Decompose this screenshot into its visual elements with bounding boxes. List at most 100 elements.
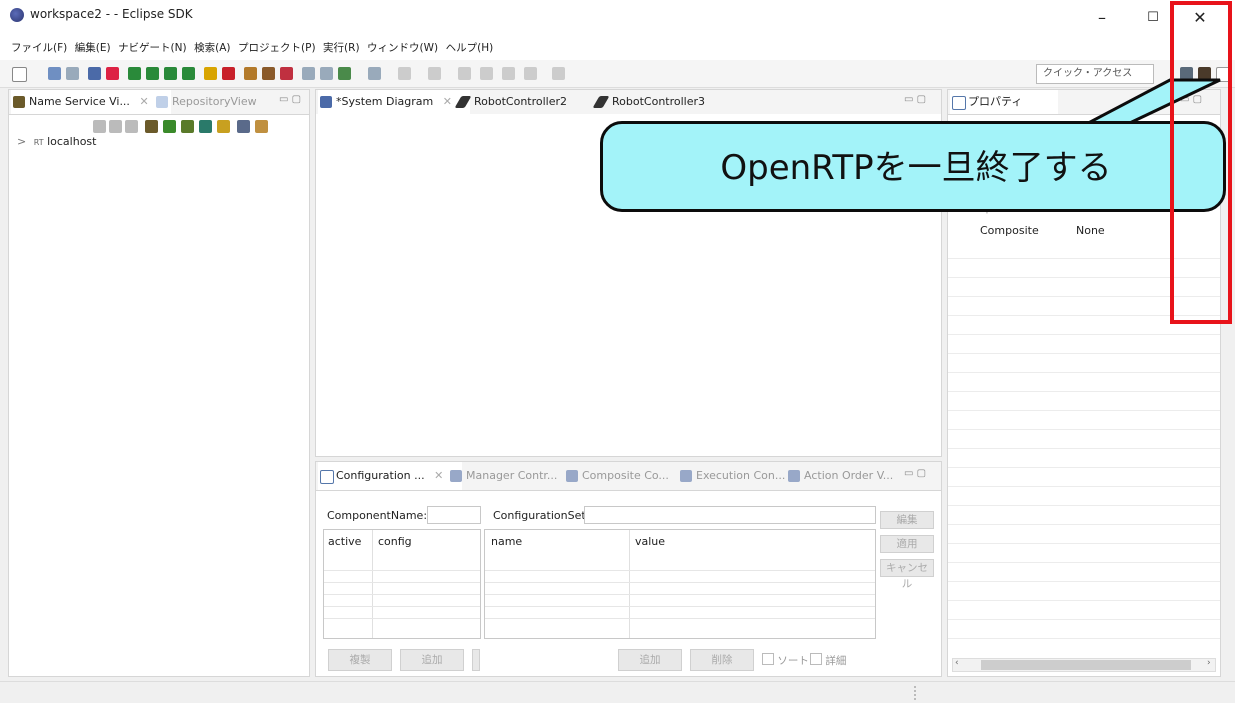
tree-item-localhost[interactable]: > RT localhost — [17, 135, 96, 148]
tab-composite-component[interactable]: Composite Co... — [564, 462, 692, 490]
forward-icon[interactable] — [480, 67, 493, 80]
tab-label: Name Service Vi... — [29, 95, 130, 108]
horizontal-scrollbar[interactable]: ‹ › — [952, 658, 1216, 672]
back-icon[interactable] — [109, 120, 122, 133]
callout-text: OpenRTPを一旦終了する — [720, 148, 1112, 188]
deactivate-icon[interactable] — [222, 67, 235, 80]
refresh-icon[interactable] — [163, 120, 176, 133]
scroll-left-icon[interactable]: ‹ — [955, 658, 959, 668]
system-diagram-icon[interactable] — [88, 67, 101, 80]
apply-button[interactable]: 適用 — [880, 535, 934, 553]
rt-icon[interactable] — [106, 67, 119, 80]
callout-bubble: OpenRTPを一旦終了する — [600, 121, 1226, 212]
scroll-right-icon[interactable]: › — [1207, 658, 1211, 668]
view-toolbar — [93, 120, 303, 134]
close-button-highlight — [1170, 1, 1232, 324]
menu-search[interactable]: 検索(A) — [192, 36, 232, 60]
new-icon[interactable] — [12, 67, 27, 82]
tab-close-icon[interactable]: ✕ — [443, 95, 452, 108]
exit-icon[interactable] — [262, 67, 275, 80]
add-set-button[interactable]: 追加 — [400, 649, 464, 671]
rt-node-icon: RT — [33, 138, 44, 147]
tab-system-diagram[interactable]: *System Diagram ✕ — [318, 90, 470, 114]
forward-icon[interactable] — [125, 120, 138, 133]
filter-icon[interactable] — [181, 120, 194, 133]
connect-4-icon[interactable] — [182, 67, 195, 80]
tab-label: Manager Contr... — [466, 469, 558, 482]
copy-button[interactable]: 複製 — [328, 649, 392, 671]
tab-close-icon[interactable]: ✕ — [139, 95, 148, 108]
menu-edit[interactable]: 編集(E) — [73, 36, 113, 60]
tab-robot-controller-3[interactable]: RobotController3 — [592, 90, 742, 114]
menu-navigate[interactable]: ナビゲート(N) — [116, 36, 189, 60]
navigate-icon[interactable] — [552, 67, 565, 80]
configuration-set-field[interactable] — [584, 506, 876, 524]
activate-icon[interactable] — [204, 67, 217, 80]
tab-name-service-view[interactable]: Name Service Vi... ✕ — [11, 90, 171, 114]
menu-window[interactable]: ウィンドウ(W) — [365, 36, 440, 60]
configuration-set-label: ConfigurationSet: — [493, 509, 590, 522]
tab-label: Configuration ... — [336, 469, 425, 482]
collapse-icon[interactable] — [199, 120, 212, 133]
robot-controller-icon — [454, 96, 472, 108]
configuration-values-table[interactable]: name value — [484, 529, 876, 639]
cancel-button[interactable]: キャンセル — [880, 559, 934, 590]
scrollbar-thumb[interactable] — [981, 660, 1191, 670]
connect-icon[interactable] — [128, 67, 141, 80]
component-name-field[interactable] — [427, 506, 481, 524]
connect-3-icon[interactable] — [164, 67, 177, 80]
delete-param-button[interactable]: 削除 — [690, 649, 754, 671]
expand-icon[interactable]: > — [17, 135, 26, 148]
add-param-button[interactable]: 追加 — [618, 649, 682, 671]
detail-checkbox[interactable]: 詳細 — [810, 653, 846, 668]
next-annotation-icon[interactable] — [428, 67, 441, 80]
minimize-button[interactable]: – — [1079, 0, 1125, 36]
save-icon[interactable] — [48, 67, 61, 80]
configuration-set-table[interactable]: active config — [323, 529, 481, 639]
menu-icon[interactable] — [255, 120, 268, 133]
tool-icon[interactable] — [368, 67, 381, 80]
link-icon[interactable] — [237, 120, 250, 133]
forward-history-icon[interactable] — [524, 67, 537, 80]
tree-item-label: localhost — [47, 135, 97, 148]
status-divider — [914, 686, 916, 700]
menu-help[interactable]: ヘルプ(H) — [444, 36, 496, 60]
checkbox-icon[interactable] — [762, 653, 774, 665]
tab-configuration-view[interactable]: Configuration ... ✕ — [318, 462, 462, 490]
tab-label: *System Diagram — [336, 95, 434, 108]
checkbox-label: ソート — [777, 655, 809, 667]
menu-file[interactable]: ファイル(F) — [9, 36, 69, 60]
tab-action-order[interactable]: Action Order V... — [786, 462, 914, 490]
minimize-view-icon[interactable]: ▭ ▢ — [279, 94, 301, 105]
remove-set-button[interactable] — [472, 649, 480, 671]
menu-project[interactable]: プロジェクト(P) — [236, 36, 318, 60]
reset-icon[interactable] — [244, 67, 257, 80]
checkbox-icon[interactable] — [810, 653, 822, 665]
edit-button[interactable]: 編集 — [880, 511, 934, 529]
debug-icon[interactable] — [338, 67, 351, 80]
sync-icon[interactable] — [217, 120, 230, 133]
connect-2-icon[interactable] — [146, 67, 159, 80]
annotation-icon[interactable] — [398, 67, 411, 80]
property-key: Composite — [980, 224, 1039, 237]
history-icon[interactable] — [502, 67, 515, 80]
open-2-icon[interactable] — [320, 67, 333, 80]
tab-manager-control[interactable]: Manager Contr... — [448, 462, 578, 490]
minimize-view-icon[interactable]: ▭ ▢ — [904, 468, 926, 479]
home-icon[interactable] — [93, 120, 106, 133]
column-header-name: name — [491, 535, 523, 548]
sort-checkbox[interactable]: ソート — [762, 653, 809, 668]
column-header-value: value — [635, 535, 666, 548]
name-service-panel: Name Service Vi... ✕ RepositoryView ▭ ▢ … — [8, 89, 310, 677]
menu-run[interactable]: 実行(R) — [321, 36, 362, 60]
tab-robot-controller-2[interactable]: RobotController2 — [454, 90, 604, 114]
tab-close-icon[interactable]: ✕ — [434, 469, 443, 482]
configuration-icon — [320, 470, 334, 484]
finalize-icon[interactable] — [280, 67, 293, 80]
tab-repository-view[interactable]: RepositoryView — [154, 90, 287, 114]
save-all-icon[interactable] — [66, 67, 79, 80]
open-icon[interactable] — [302, 67, 315, 80]
back-icon[interactable] — [458, 67, 471, 80]
checkbox-label: 詳細 — [825, 655, 847, 667]
add-name-server-icon[interactable] — [145, 120, 158, 133]
